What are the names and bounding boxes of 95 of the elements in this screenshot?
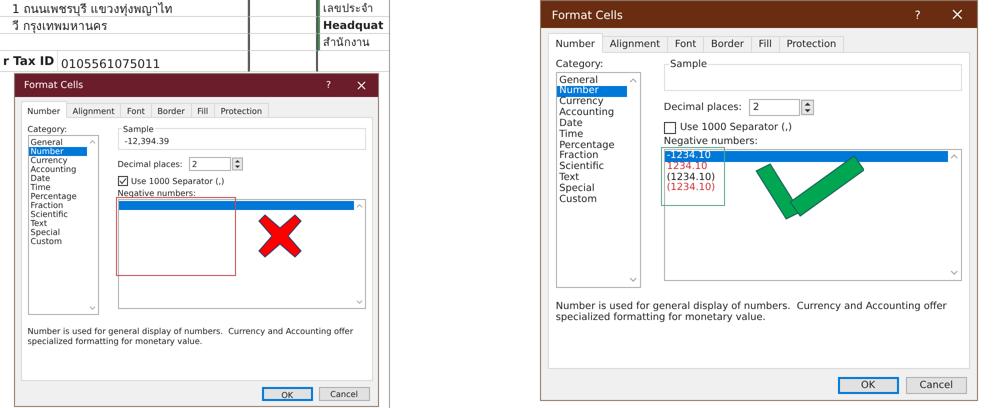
close-icon[interactable] <box>952 9 963 20</box>
table-cell <box>248 0 318 17</box>
scroll-up-icon[interactable] <box>950 153 959 160</box>
dialog-button[interactable]: Cancel <box>318 387 370 402</box>
negative-numbers-list[interactable] <box>118 199 366 310</box>
list-item[interactable]: Percentage <box>28 192 86 202</box>
tab[interactable]: Number <box>548 33 603 53</box>
spinner-icon[interactable] <box>801 99 814 116</box>
table-cell: Headquat <box>318 17 389 34</box>
list-item[interactable]: Accounting <box>28 165 86 174</box>
table-cell: r Tax ID <box>0 51 58 72</box>
table-cell <box>248 17 318 34</box>
sample-label: Sample <box>122 124 155 134</box>
scroll-down-icon[interactable] <box>356 299 362 306</box>
list-item[interactable]: Text <box>28 219 86 228</box>
tab[interactable]: Fill <box>752 36 780 53</box>
list-item[interactable]: Time <box>28 183 86 192</box>
list-item[interactable]: Percentage <box>556 140 627 152</box>
tab[interactable]: Protection <box>214 103 269 118</box>
window-title: Format Cells <box>24 80 84 91</box>
list-item[interactable]: Custom <box>28 237 86 246</box>
description-text: Number is used for general display of numbers. Currency and Accounting offer specialized formatting for monetary value. <box>28 326 354 346</box>
dialog-button[interactable]: OK <box>262 387 313 402</box>
category-list[interactable]: General Number Currency Accounting Date Time Percentage Fraction Scientific Text Special Custom <box>28 135 98 316</box>
list-item[interactable]: Date <box>556 118 627 130</box>
help-button[interactable]: ? <box>914 8 921 22</box>
checkbox[interactable] <box>664 122 676 134</box>
negative-numbers-list[interactable]: -1234.10 1234.10 (1234.10) (1234.10) <box>664 148 962 281</box>
tab[interactable]: Border <box>704 36 752 53</box>
checkbox[interactable] <box>118 176 128 186</box>
category-label: Category: <box>28 124 68 134</box>
window-title: Format Cells <box>552 8 623 22</box>
table-cell <box>248 34 318 51</box>
close-icon[interactable] <box>357 80 366 90</box>
category-list[interactable]: General Number Currency Accounting Date Time Percentage Fraction Scientific Text Special Custom <box>556 72 641 288</box>
list-item[interactable]: Custom <box>556 194 627 206</box>
list-item[interactable]: Currency <box>28 156 86 166</box>
table-cell: วี กรุงเทพมหานคร <box>0 17 248 34</box>
list-item[interactable]: -1234.10 <box>664 150 948 162</box>
tab[interactable]: Number <box>20 101 67 118</box>
tab[interactable]: Protection <box>780 36 844 53</box>
list-item[interactable]: Accounting <box>556 108 627 119</box>
tab[interactable]: Alignment <box>602 36 668 53</box>
list-item[interactable]: General <box>28 138 86 148</box>
scroll-up-icon[interactable] <box>88 139 96 146</box>
tab[interactable]: Fill <box>192 103 215 118</box>
scroll-down-icon[interactable] <box>88 305 96 312</box>
scroll-up-icon[interactable] <box>629 76 638 84</box>
list-item[interactable]: Number <box>28 147 86 156</box>
separator-label: Use 1000 Separator (,) <box>680 122 792 134</box>
dialog-button[interactable]: Cancel <box>906 377 967 394</box>
decimal-places-label: Decimal places: <box>118 158 183 169</box>
list-item[interactable]: (1234.10) <box>664 183 948 194</box>
list-item[interactable]: Scientific <box>556 162 627 173</box>
tab[interactable]: Font <box>121 103 152 118</box>
tab[interactable]: Border <box>152 103 192 118</box>
decimal-places-label: Decimal places: <box>664 102 742 114</box>
table-cell: เลขประจำ <box>318 0 389 17</box>
list-item[interactable]: Fraction <box>556 151 627 162</box>
list-item[interactable]: Date <box>28 174 86 184</box>
scroll-up-icon[interactable] <box>356 203 362 210</box>
list-item[interactable]: Currency <box>556 97 627 108</box>
table-cell: 1 ถนนเพชรบุรี แขวงทุ่งพญาไท <box>0 0 248 17</box>
decimal-places-field[interactable]: 2 <box>188 156 232 172</box>
list-item[interactable]: Fraction <box>28 201 86 210</box>
separator-label: Use 1000 Separator (,) <box>131 176 224 186</box>
list-item[interactable]: (1234.10) <box>664 172 948 184</box>
list-item[interactable]: Text <box>556 173 627 184</box>
cross-mark-icon <box>256 213 302 260</box>
list-item[interactable]: General <box>556 76 627 86</box>
sample-value: -12,394.39 <box>124 136 170 146</box>
scroll-down-icon[interactable] <box>950 268 959 276</box>
tab[interactable]: Font <box>668 36 704 53</box>
category-label: Category: <box>556 59 604 70</box>
list-item[interactable]: Special <box>556 184 627 195</box>
negative-numbers-label: Negative numbers: <box>118 188 197 198</box>
help-button[interactable]: ? <box>326 80 331 91</box>
negative-numbers-label: Negative numbers: <box>664 136 759 148</box>
list-item[interactable] <box>118 201 354 210</box>
dialog-button[interactable]: OK <box>838 377 899 394</box>
description-text: Number is used for general display of numbers. Currency and Accounting offer specialized formatting for monetary value. <box>556 300 948 323</box>
list-item[interactable]: Number <box>556 86 627 98</box>
highlight-rectangle <box>661 147 725 206</box>
decimal-places-field[interactable]: 2 <box>749 98 800 116</box>
list-item[interactable]: Special <box>28 228 86 238</box>
spinner-icon[interactable] <box>232 156 244 171</box>
scroll-down-icon[interactable] <box>629 276 638 284</box>
table-cell: สำนักงาน <box>318 34 389 51</box>
list-item[interactable]: Scientific <box>28 210 86 220</box>
check-mark-icon <box>754 154 864 220</box>
sample-label: Sample <box>668 59 708 70</box>
tab[interactable]: Alignment <box>66 103 122 118</box>
list-item[interactable]: 1234.10 <box>664 162 948 173</box>
table-cell: 0105561075011 <box>58 51 248 72</box>
list-item[interactable]: Time <box>556 130 627 141</box>
